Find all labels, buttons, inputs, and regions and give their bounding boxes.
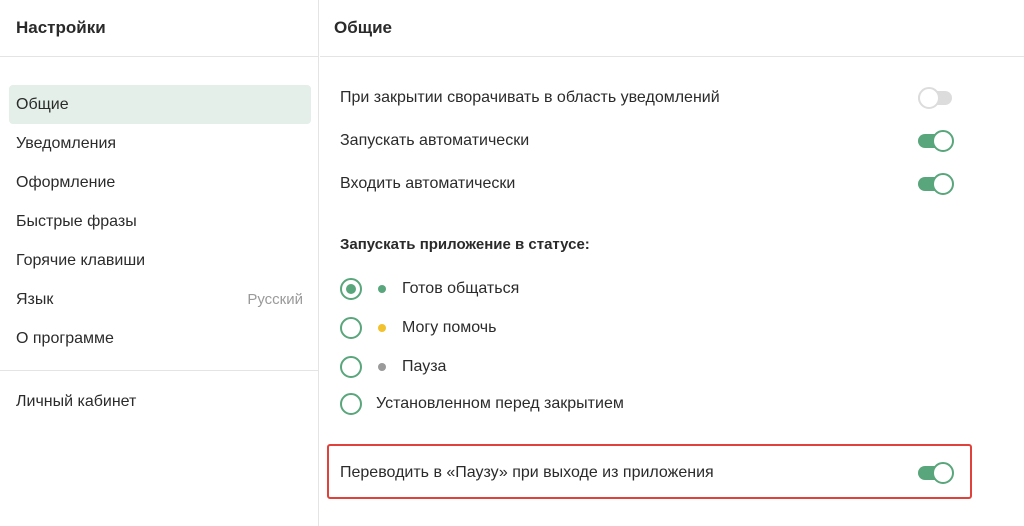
sidebar-item-label: О программе bbox=[16, 329, 114, 347]
sidebar-item-label: Быстрые фразы bbox=[16, 212, 137, 230]
setting-label: Переводить в «Паузу» при выходе из прило… bbox=[340, 464, 714, 481]
sidebar-item-label: Горячие клавиши bbox=[16, 251, 146, 269]
status-option-label: Готов общаться bbox=[402, 280, 520, 297]
sidebar-item-label: Личный кабинет bbox=[16, 392, 137, 410]
radio-button[interactable] bbox=[340, 393, 362, 415]
settings-sidebar: Настройки Общие Уведомления Оформление Б… bbox=[0, 0, 319, 526]
startup-status-heading: Запускать приложение в статусе: bbox=[340, 236, 590, 253]
status-option-last-used[interactable]: Установленном перед закрытием bbox=[340, 391, 624, 417]
sidebar-item-appearance[interactable]: Оформление bbox=[9, 163, 311, 202]
nav-divider bbox=[0, 370, 318, 371]
sidebar-item-personal-account[interactable]: Личный кабинет bbox=[9, 382, 311, 421]
minimize-to-tray-toggle[interactable] bbox=[918, 87, 954, 109]
pause-on-exit-toggle[interactable] bbox=[918, 462, 954, 484]
status-dot-icon bbox=[378, 363, 386, 371]
sidebar-item-label: Уведомления bbox=[16, 134, 117, 152]
sidebar-item-quick-phrases[interactable]: Быстрые фразы bbox=[9, 202, 311, 241]
settings-main-panel: Общие При закрытии сворачивать в область… bbox=[320, 0, 1024, 526]
sidebar-item-general[interactable]: Общие bbox=[9, 85, 311, 124]
sidebar-item-hotkeys[interactable]: Горячие клавиши bbox=[9, 241, 311, 280]
sidebar-title: Настройки bbox=[0, 0, 318, 57]
status-option-label: Могу помочь bbox=[402, 319, 497, 336]
setting-label: Запускать автоматически bbox=[340, 132, 530, 149]
page-title: Общие bbox=[320, 0, 1024, 57]
sidebar-item-label: Общие bbox=[16, 95, 69, 113]
sidebar-item-label: Оформление bbox=[16, 173, 116, 191]
status-dot-icon bbox=[378, 285, 386, 293]
sidebar-item-notifications[interactable]: Уведомления bbox=[9, 124, 311, 163]
status-option-pause[interactable]: Пауза bbox=[340, 354, 446, 380]
autostart-toggle[interactable] bbox=[918, 130, 954, 152]
language-value: Русский bbox=[247, 291, 303, 308]
sidebar-item-language[interactable]: Язык Русский bbox=[9, 280, 311, 319]
setting-label: Входить автоматически bbox=[340, 175, 516, 192]
autologin-toggle[interactable] bbox=[918, 173, 954, 195]
status-option-can-help[interactable]: Могу помочь bbox=[340, 315, 496, 341]
status-option-label: Установленном перед закрытием bbox=[376, 395, 624, 412]
status-dot-icon bbox=[378, 324, 386, 332]
status-option-label: Пауза bbox=[402, 358, 447, 375]
minimize-to-tray-row: При закрытии сворачивать в область уведо… bbox=[340, 84, 954, 112]
autostart-row: Запускать автоматически bbox=[340, 127, 954, 155]
sidebar-item-label: Язык bbox=[16, 290, 54, 308]
status-option-ready[interactable]: Готов общаться bbox=[340, 276, 519, 302]
pause-on-exit-row: Переводить в «Паузу» при выходе из прило… bbox=[340, 459, 954, 487]
autologin-row: Входить автоматически bbox=[340, 170, 954, 198]
radio-button[interactable] bbox=[340, 278, 362, 300]
settings-nav: Общие Уведомления Оформление Быстрые фра… bbox=[9, 85, 311, 358]
sidebar-item-about[interactable]: О программе bbox=[9, 319, 311, 358]
radio-button[interactable] bbox=[340, 356, 362, 378]
setting-label: При закрытии сворачивать в область уведо… bbox=[340, 89, 720, 106]
radio-button[interactable] bbox=[340, 317, 362, 339]
